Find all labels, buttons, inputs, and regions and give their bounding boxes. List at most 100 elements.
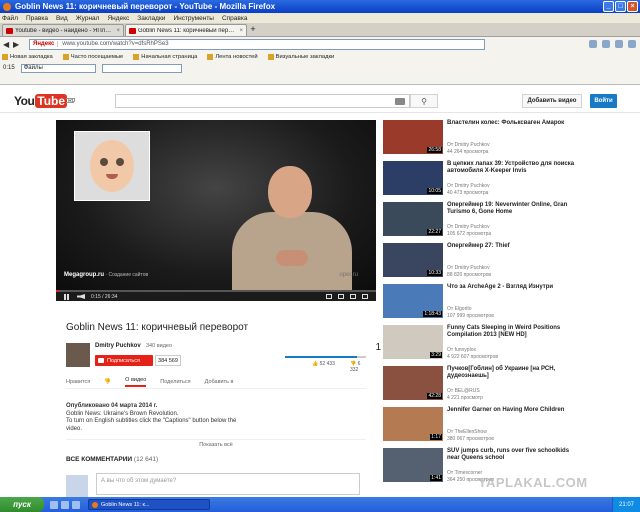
related-video-title[interactable]: В цепких лапах 39: Устройство для поиска… — [447, 161, 579, 175]
upload-button[interactable]: Добавить видео — [522, 94, 582, 108]
menu-tools[interactable]: Инструменты — [173, 15, 214, 22]
menu-yandex[interactable]: Яндекс — [107, 15, 129, 22]
forward-arrow-icon[interactable]: ▶ — [13, 40, 23, 49]
menu-file[interactable]: Файл — [2, 15, 18, 22]
dislike-button[interactable]: 👎 — [104, 379, 111, 385]
related-video-item[interactable]: 42:28 Пучков[Гоблин] об Украине [на РСН, … — [383, 366, 583, 404]
video-thumbnail[interactable]: 10:33 — [383, 243, 443, 277]
related-video-title[interactable]: Опергеймер 27: Thief — [447, 243, 579, 250]
close-icon[interactable]: × — [627, 1, 638, 12]
related-video-item[interactable]: 10:33 Опергеймер 27: Thief От Dmitry Puchk… — [383, 243, 583, 281]
keyboard-icon[interactable] — [395, 98, 405, 105]
address-url[interactable]: www.youtube.com/watch?v=dfsRhPSe3 — [58, 41, 168, 47]
channel-name[interactable]: Dmitry Puchkov — [95, 343, 141, 349]
channel-avatar[interactable] — [66, 343, 90, 367]
video-thumbnail[interactable]: 1:17 — [383, 407, 443, 441]
related-video-item[interactable]: 3:29 Funny Cats Sleeping in Weird Positio… — [383, 325, 583, 363]
menu-history[interactable]: Журнал — [76, 15, 100, 22]
search-input[interactable] — [115, 94, 410, 108]
menu-view[interactable]: Вид — [56, 15, 68, 22]
video-player[interactable]: Megagroup.ru · Создание сайтов oper.ru 0… — [56, 120, 376, 301]
tab-goblin-news[interactable]: Goblin News 11: коричневый перев... × — [125, 24, 247, 36]
related-video-title[interactable]: Jennifer Garner on Having More Children — [447, 407, 579, 414]
video-thumbnail[interactable]: 26:58 — [383, 120, 443, 154]
reload-icon[interactable] — [602, 40, 610, 48]
quicklaunch-icon[interactable] — [72, 500, 80, 509]
star-icon[interactable] — [589, 40, 597, 48]
tab-close-icon[interactable]: × — [239, 28, 243, 34]
related-video-item[interactable]: 26:58 Властелин колес: Фольксваген Амарок… — [383, 120, 583, 158]
start-button[interactable]: пуск — [0, 497, 44, 512]
bookmark-new[interactable]: Новая закладка — [2, 53, 53, 60]
settings-icon[interactable] — [338, 294, 344, 299]
search-button[interactable]: ⚲ — [410, 94, 438, 108]
subscribe-button[interactable]: Подписаться — [95, 355, 153, 366]
fullscreen-icon[interactable] — [362, 294, 368, 299]
tab-close-icon[interactable]: × — [116, 28, 120, 34]
comment-input[interactable]: А вы что об этом думаете? — [96, 473, 360, 495]
bookmark-icon — [133, 53, 140, 60]
related-video-channel: От TheEllenShow — [447, 429, 487, 435]
related-video-title[interactable]: Властелин колес: Фольксваген Амарок — [447, 120, 579, 127]
related-video-item[interactable]: 10:05 В цепких лапах 39: Устройство для п… — [383, 161, 583, 199]
menu-edit[interactable]: Правка — [26, 15, 48, 22]
video-thumbnail[interactable]: 42:28 — [383, 366, 443, 400]
home-icon[interactable] — [615, 40, 623, 48]
video-duration: 10:33 — [427, 270, 442, 276]
related-video-item[interactable]: 1:17 Jennifer Garner on Having More Child… — [383, 407, 583, 445]
related-video-title[interactable]: Что за ArcheAge 2 - Взгляд Изнутри — [447, 284, 579, 291]
tab-yaplakal[interactable]: Youtube - видео - найдено - ЯПлакалъ × — [2, 24, 124, 36]
download-icon[interactable] — [628, 40, 636, 48]
theater-icon[interactable] — [350, 294, 356, 299]
maximize-icon[interactable]: □ — [615, 1, 626, 12]
quicklaunch-icon[interactable] — [50, 500, 58, 509]
comments-count: (12 641) — [133, 456, 159, 463]
pause-icon[interactable] — [64, 293, 69, 300]
captions-icon[interactable] — [326, 294, 332, 299]
video-duration: 3:29 — [430, 352, 442, 358]
related-video-title[interactable]: Опергеймер 19: Neverwinter Online, Gran … — [447, 202, 579, 216]
login-button[interactable]: Войти — [590, 94, 617, 108]
volume-icon[interactable] — [77, 294, 85, 299]
tab-share[interactable]: Поделиться — [160, 379, 190, 385]
bookmark-visual[interactable]: Визуальные закладки — [267, 53, 334, 60]
guide-menu-icon[interactable] — [66, 98, 74, 103]
related-video-title[interactable]: Funny Cats Sleeping in Weird Positions C… — [447, 325, 579, 339]
related-video-title[interactable]: Пучков[Гоблин] об Украине [на РСН, дудео… — [447, 366, 579, 380]
like-count[interactable]: 👍 52 433 — [312, 361, 335, 367]
video-thumbnail[interactable]: 3:29 — [383, 325, 443, 359]
video-duration: 1:41 — [430, 475, 442, 481]
files-dropdown[interactable]: Файлы — [20, 63, 96, 73]
quick-launch — [50, 500, 80, 509]
toolbar-search-input[interactable] — [101, 63, 182, 73]
youtube-favicon-icon — [6, 27, 13, 34]
video-thumbnail[interactable]: 10:05 — [383, 161, 443, 195]
back-arrow-icon[interactable]: ◀ — [3, 40, 13, 49]
like-button[interactable]: Нравится — [66, 379, 90, 385]
related-video-item[interactable]: 22:27 Опергеймер 19: Neverwinter Online, … — [383, 202, 583, 240]
quicklaunch-icon[interactable] — [61, 500, 69, 509]
show-more-button[interactable]: Показать всё — [66, 439, 366, 448]
taskbar-item-label: Goblin News 11: к... — [101, 501, 150, 508]
related-video-title[interactable]: SUV jumps curb, runs over five schoolkid… — [447, 448, 579, 462]
tab-label: Goblin News 11: коричневый перев... — [138, 27, 238, 34]
tab-about[interactable]: О видео — [125, 377, 147, 387]
menu-help[interactable]: Справка — [222, 15, 248, 22]
video-thumbnail[interactable]: 22:27 — [383, 202, 443, 236]
related-video-views: 380 067 просмотров — [447, 436, 494, 442]
bookmark-icon — [62, 53, 69, 60]
video-thumbnail[interactable]: 1:41 — [383, 448, 443, 482]
address-bar[interactable]: Яндекс www.youtube.com/watch?v=dfsRhPSe3 — [29, 38, 485, 50]
tab-add-to[interactable]: Добавить в — [205, 379, 234, 385]
bookmark-homepage[interactable]: Начальная страница — [133, 53, 197, 60]
new-tab-icon[interactable]: + — [248, 25, 258, 35]
taskbar-firefox-item[interactable]: Goblin News 11: к... — [88, 499, 210, 510]
video-thumbnail[interactable]: 1:18:43 — [383, 284, 443, 318]
desc-line-2: To turn on English subtitles click the "… — [66, 418, 237, 424]
related-video-item[interactable]: 1:18:43 Что за ArcheAge 2 - Взгляд Изнутр… — [383, 284, 583, 322]
bookmark-news[interactable]: Лента новостей — [207, 53, 258, 60]
dislike-count[interactable]: 👎 6 332 — [350, 361, 366, 373]
bookmark-frequent[interactable]: Часто посещаемые — [62, 53, 123, 60]
menu-bookmarks[interactable]: Закладки — [137, 15, 165, 22]
minimize-icon[interactable]: _ — [603, 1, 614, 12]
